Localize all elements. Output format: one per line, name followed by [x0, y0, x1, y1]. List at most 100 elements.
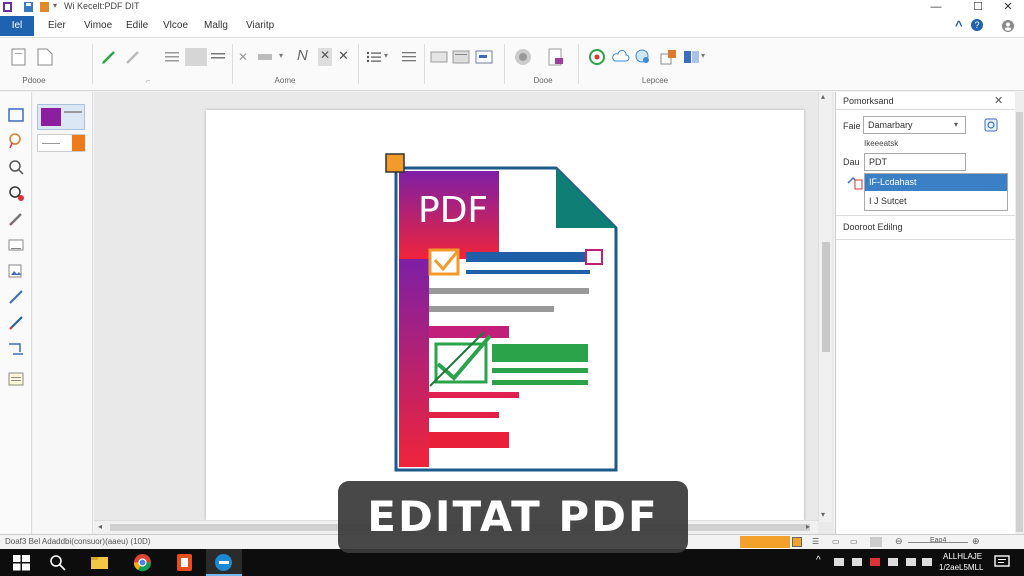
view-mode-icon[interactable]: ☰	[812, 537, 819, 546]
field2-input[interactable]: PDT	[864, 153, 966, 171]
strikethrough-icon[interactable]: ✕	[238, 50, 248, 64]
panel-close-icon[interactable]: ✕	[994, 94, 1003, 107]
clock-date[interactable]: 1/2aeL5MLL	[939, 563, 983, 572]
selection-handle[interactable]	[385, 153, 405, 173]
cloud-upload-icon[interactable]	[612, 48, 630, 66]
group-launcher-icon[interactable]: ⌐	[146, 78, 150, 85]
page-thumbnail-1[interactable]	[37, 104, 85, 130]
dropdown-arrow-icon[interactable]: ▾	[384, 51, 388, 60]
scroll-left-icon[interactable]: ◂	[98, 522, 102, 531]
zoom-in-icon[interactable]	[7, 184, 25, 202]
edit-pen-icon[interactable]	[100, 48, 118, 66]
page-thumbnail-2[interactable]	[37, 134, 85, 152]
battery-icon[interactable]	[888, 558, 898, 566]
scroll-up-icon[interactable]: ▴	[821, 92, 825, 101]
single-page-icon[interactable]: ▭	[832, 537, 840, 546]
menu-item-3[interactable]: Edile	[126, 20, 148, 31]
form-field-icon[interactable]	[475, 48, 493, 66]
refresh-icon[interactable]	[984, 118, 998, 132]
export-icon[interactable]	[660, 48, 678, 66]
menu-item-1[interactable]: Eier	[48, 20, 66, 31]
sync-icon[interactable]	[588, 48, 606, 66]
vertical-scrollbar[interactable]: ▴ ▾	[818, 92, 832, 522]
zoom-in-icon[interactable]: ⊕	[972, 536, 980, 547]
network-icon[interactable]	[834, 558, 844, 566]
select-rectangle-icon[interactable]	[7, 106, 25, 124]
align-center-icon[interactable]	[209, 48, 227, 66]
language-icon[interactable]	[906, 558, 916, 566]
blank-page-icon[interactable]	[36, 48, 54, 66]
panel-scrollbar[interactable]	[1015, 92, 1024, 534]
chrome-icon[interactable]	[133, 553, 152, 572]
file-explorer-icon[interactable]	[90, 553, 109, 572]
delete-text-icon[interactable]: ✕	[318, 48, 332, 66]
bullet-list-icon[interactable]	[365, 48, 383, 66]
security-tray-icon[interactable]	[870, 558, 880, 566]
menu-item-6[interactable]: Viaritp	[246, 20, 274, 31]
highlighter-icon[interactable]	[124, 48, 142, 66]
search-icon[interactable]	[7, 158, 25, 176]
align-left-icon[interactable]	[163, 48, 181, 66]
dropdown-option[interactable]: I J Sutcet	[865, 193, 965, 210]
share-icon[interactable]	[634, 48, 652, 66]
image-icon[interactable]	[430, 48, 448, 66]
dropdown-option-selected[interactable]: IF-Lcdahast	[865, 174, 1007, 191]
maximize-button[interactable]: ☐	[964, 0, 992, 14]
quick-access-dropdown-icon[interactable]: ▾	[53, 1, 57, 10]
two-page-icon[interactable]: ▭	[850, 537, 858, 546]
document-viewport[interactable]: PDF	[94, 92, 834, 534]
minimize-button[interactable]: —	[922, 0, 950, 14]
scroll-thumb[interactable]	[822, 242, 830, 352]
menu-item-2[interactable]: Vimoe	[84, 20, 112, 31]
help-icon[interactable]: ?	[971, 19, 983, 31]
tray-chevron-icon[interactable]: ^	[816, 555, 821, 566]
windows-start-icon[interactable]	[12, 553, 31, 572]
text-field-icon[interactable]	[7, 236, 25, 254]
protect-icon[interactable]	[514, 48, 532, 66]
zoom-out-icon[interactable]: ⊖	[895, 536, 903, 547]
pdf-page[interactable]: PDF	[206, 110, 804, 520]
user-account-icon[interactable]	[1002, 20, 1014, 32]
field1-select[interactable]: Damarbary ▾	[863, 116, 966, 134]
crop-icon[interactable]	[7, 340, 25, 358]
red-pen-icon[interactable]	[7, 314, 25, 332]
scroll-mode-icon[interactable]	[870, 537, 882, 547]
section-title[interactable]: Dooroot Edilng	[843, 222, 903, 232]
file-tab[interactable]: Iel	[0, 16, 34, 36]
menu-item-4[interactable]: Vlcoe	[163, 20, 188, 31]
dropdown-arrow-icon[interactable]: ▾	[701, 51, 705, 60]
clock-time[interactable]: ALLHLAJE	[943, 552, 982, 561]
organize-pages-icon[interactable]	[683, 48, 701, 66]
image-insert-icon[interactable]	[7, 262, 25, 280]
italic-n-icon[interactable]: N	[297, 47, 308, 64]
onedrive-icon[interactable]	[922, 558, 932, 566]
scroll-down-icon[interactable]: ▾	[821, 510, 825, 519]
sign-document-icon[interactable]	[547, 48, 565, 66]
text-box-button[interactable]	[185, 48, 207, 66]
close-button[interactable]: ✕	[994, 0, 1022, 14]
line-tool-icon[interactable]	[7, 288, 25, 306]
lasso-icon[interactable]	[7, 132, 25, 150]
pencil-icon[interactable]	[7, 210, 25, 228]
link-pdf-icon[interactable]	[847, 176, 863, 190]
undo-icon[interactable]	[40, 2, 49, 12]
scroll-right-icon[interactable]: ▸	[806, 522, 810, 531]
page-icon[interactable]	[792, 537, 802, 547]
new-document-icon[interactable]	[10, 48, 28, 66]
menu-item-5[interactable]: Mallg	[204, 20, 228, 31]
taskbar-search-icon[interactable]	[48, 553, 67, 572]
clear-format-icon[interactable]: ✕	[338, 48, 349, 64]
active-taskbar-item[interactable]	[206, 549, 242, 576]
font-size-icon[interactable]	[256, 48, 274, 66]
band-line-4	[429, 412, 499, 418]
insert-page-icon[interactable]	[452, 48, 470, 66]
save-icon[interactable]	[24, 2, 33, 12]
pdf-app-taskbar-icon[interactable]	[175, 553, 194, 572]
notification-icon[interactable]	[994, 555, 1010, 569]
note-icon[interactable]	[7, 370, 25, 388]
panel-scroll-thumb[interactable]	[1016, 112, 1023, 532]
paragraph-icon[interactable]	[400, 48, 418, 66]
dropdown-arrow-icon[interactable]: ▾	[279, 51, 283, 60]
volume-icon[interactable]	[852, 558, 862, 566]
ribbon-collapse-icon[interactable]: ^	[955, 18, 963, 33]
